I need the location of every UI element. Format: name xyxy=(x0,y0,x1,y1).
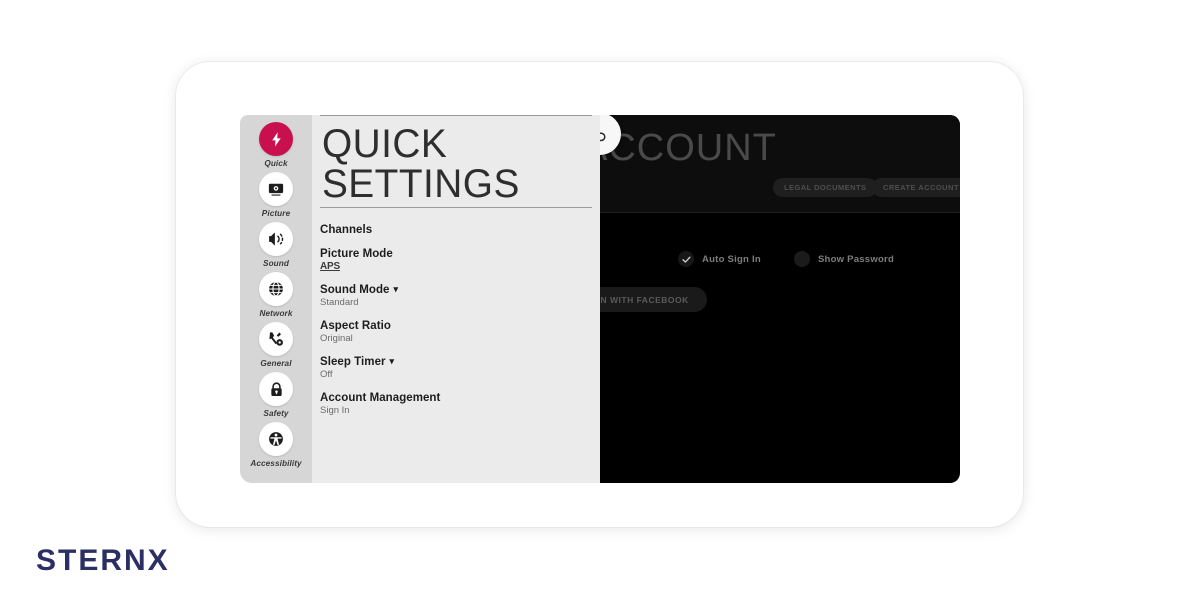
sidebar-item-label: Quick xyxy=(264,159,288,168)
setting-value: Original xyxy=(320,333,353,344)
lock-icon xyxy=(259,372,293,406)
sidebar-item-quick[interactable]: Quick xyxy=(240,122,312,171)
account-panel: ACCOUNT LEGAL DOCUMENTS CREATE ACCOUNT A… xyxy=(600,115,960,483)
sidebar-item-safety[interactable]: Safety xyxy=(240,372,312,421)
sidebar-item-picture[interactable]: Picture xyxy=(240,172,312,221)
setting-label: Sleep Timer ▾ xyxy=(320,356,592,369)
auto-sign-in-checkbox[interactable]: Auto Sign In xyxy=(678,251,761,267)
checkbox-label: Auto Sign In xyxy=(702,253,761,265)
setting-row-sleep-timer[interactable]: Sleep Timer ▾ Off xyxy=(320,356,592,381)
sidebar-item-sound[interactable]: Sound xyxy=(240,222,312,271)
chevron-down-icon[interactable]: ▾ xyxy=(390,356,395,367)
quick-settings-list: Channels Picture Mode APS Sound Mode ▾ S… xyxy=(312,208,600,416)
setting-label: Sound Mode ▾ xyxy=(320,284,592,297)
account-options-row: Auto Sign In Show Password xyxy=(600,251,960,267)
show-password-checkbox[interactable]: Show Password xyxy=(793,251,895,267)
setting-row-account-management[interactable]: Account Management Sign In xyxy=(320,392,592,416)
setting-label-text: Account Management xyxy=(320,392,441,404)
account-header: ACCOUNT LEGAL DOCUMENTS CREATE ACCOUNT xyxy=(600,115,960,213)
checkbox-checked-icon xyxy=(678,251,694,267)
setting-row-picture-mode[interactable]: Picture Mode APS xyxy=(320,248,592,272)
lightning-bolt-icon xyxy=(259,122,293,156)
checkbox-unchecked-icon xyxy=(793,251,810,267)
legal-documents-button[interactable]: LEGAL DOCUMENTS xyxy=(773,178,878,197)
sidebar-item-accessibility[interactable]: Accessibility xyxy=(240,422,312,471)
globe-icon xyxy=(259,272,293,306)
sidebar-item-label: General xyxy=(260,359,292,368)
account-title: ACCOUNT xyxy=(600,127,777,169)
setting-row-aspect-ratio[interactable]: Aspect Ratio Original xyxy=(320,320,592,344)
setting-value: Standard xyxy=(320,297,359,308)
setting-label: Channels xyxy=(320,224,592,236)
sidebar-item-label: Picture xyxy=(261,209,291,218)
wrench-gear-icon xyxy=(259,322,293,356)
setting-value: Off xyxy=(320,369,333,380)
accessibility-icon xyxy=(259,422,293,456)
chevron-down-icon[interactable]: ▾ xyxy=(394,284,399,295)
setting-label-text: Picture Mode xyxy=(320,248,393,260)
sign-in-with-facebook-button[interactable]: SIGN IN WITH FACEBOOK xyxy=(600,287,707,312)
page-title: QUICK SETTINGS xyxy=(321,122,520,206)
setting-value: Sign In xyxy=(320,405,350,416)
panel-title-container: QUICK SETTINGS xyxy=(320,115,592,208)
speaker-icon xyxy=(259,222,293,256)
tv-settings-overlay: Quick Picture Sound Network General Safe… xyxy=(240,115,960,483)
sidebar-item-label: Sound xyxy=(263,259,289,268)
sidebar-item-general[interactable]: General xyxy=(240,322,312,371)
checkbox-label: Show Password xyxy=(817,253,895,265)
setting-label: Account Management xyxy=(320,392,592,404)
setting-label-text: Sleep Timer xyxy=(320,356,386,368)
setting-label: Picture Mode xyxy=(320,248,592,260)
sidebar-item-label: Network xyxy=(259,309,293,318)
brand-logo: STERNX xyxy=(36,544,170,577)
sidebar-item-network[interactable]: Network xyxy=(240,272,312,321)
setting-label: Aspect Ratio xyxy=(320,320,592,332)
setting-row-channels[interactable]: Channels xyxy=(320,224,592,236)
create-account-button[interactable]: CREATE ACCOUNT xyxy=(872,178,960,197)
sidebar-item-label: Safety xyxy=(263,409,289,418)
setting-label-text: Channels xyxy=(320,224,373,236)
setting-value: APS xyxy=(320,261,340,272)
settings-sidebar: Quick Picture Sound Network General Safe… xyxy=(240,115,312,483)
back-arrow-icon xyxy=(600,131,606,141)
sidebar-item-label: Accessibility xyxy=(250,459,302,468)
setting-label-text: Sound Mode xyxy=(320,284,390,296)
setting-row-sound-mode[interactable]: Sound Mode ▾ Standard xyxy=(320,284,592,309)
quick-settings-panel: QUICK SETTINGS Channels Picture Mode APS… xyxy=(312,115,600,483)
monitor-icon xyxy=(259,172,293,206)
setting-label-text: Aspect Ratio xyxy=(320,320,391,332)
